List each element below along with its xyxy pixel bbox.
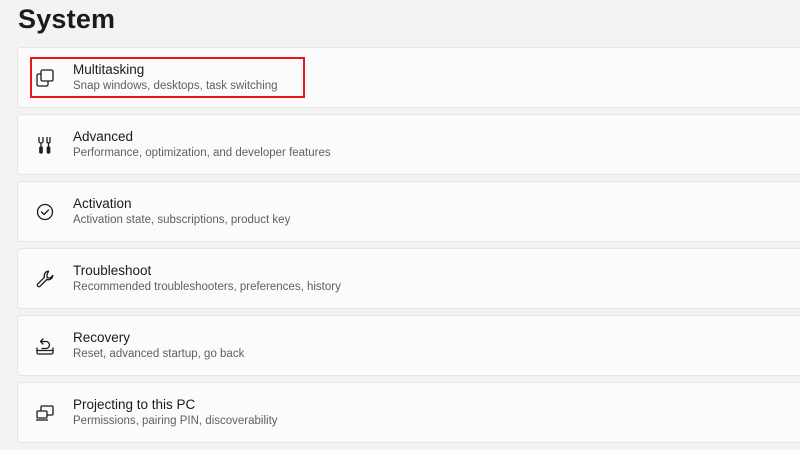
activation-item[interactable]: Activation Activation state, subscriptio… xyxy=(17,181,800,242)
projecting-item[interactable]: Projecting to this PC Permissions, pairi… xyxy=(17,382,800,443)
wrench-icon xyxy=(34,268,56,290)
recovery-icon xyxy=(34,335,56,357)
item-description: Performance, optimization, and developer… xyxy=(73,146,331,159)
item-title: Activation xyxy=(73,195,132,211)
item-title: Troubleshoot xyxy=(73,262,152,278)
settings-list: Multitasking Snap windows, desktops, tas… xyxy=(17,47,800,449)
item-description: Activation state, subscriptions, product… xyxy=(73,213,291,226)
recovery-item[interactable]: Recovery Reset, advanced startup, go bac… xyxy=(17,315,800,376)
item-title: Recovery xyxy=(73,329,131,345)
item-description: Snap windows, desktops, task switching xyxy=(73,79,278,92)
item-title: Advanced xyxy=(73,128,134,144)
multitasking-icon xyxy=(34,67,56,89)
item-title: Multitasking xyxy=(73,61,145,77)
troubleshoot-item[interactable]: Troubleshoot Recommended troubleshooters… xyxy=(17,248,800,309)
advanced-item[interactable]: Advanced Performance, optimization, and … xyxy=(17,114,800,175)
page-title: System xyxy=(18,4,116,34)
item-description: Recommended troubleshooters, preferences… xyxy=(73,280,341,293)
item-description: Permissions, pairing PIN, discoverabilit… xyxy=(73,414,278,427)
activation-check-icon xyxy=(34,201,56,223)
item-title: Projecting to this PC xyxy=(73,396,196,412)
item-description: Reset, advanced startup, go back xyxy=(73,347,245,360)
multitasking-item[interactable]: Multitasking Snap windows, desktops, tas… xyxy=(17,47,800,108)
advanced-tools-icon xyxy=(34,134,56,156)
projecting-icon xyxy=(34,402,56,424)
